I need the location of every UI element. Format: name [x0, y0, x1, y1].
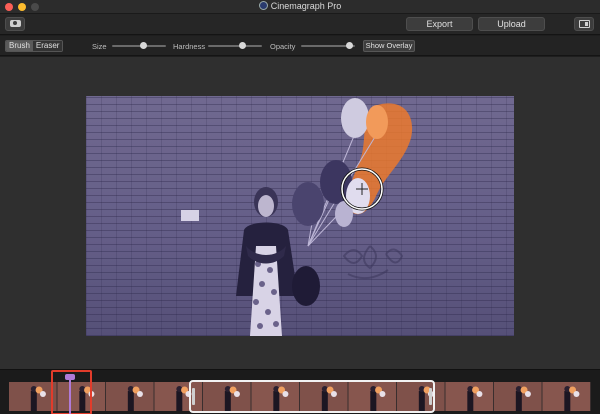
hardness-slider[interactable]	[208, 42, 262, 49]
frame-thumbnail	[445, 382, 493, 411]
show-overlay-button[interactable]: Show Overlay	[363, 40, 415, 52]
frame-thumbnail	[106, 382, 154, 411]
size-label: Size	[92, 42, 107, 51]
app-icon	[258, 1, 268, 10]
balloon-white	[341, 98, 369, 138]
loop-range-selection[interactable]	[189, 380, 435, 413]
playhead-handle[interactable]	[65, 374, 75, 380]
frame-illustration	[86, 96, 514, 336]
loop-end-handle[interactable]	[429, 388, 432, 405]
sidebar-toggle-icon	[578, 19, 590, 28]
window-title-container: Cinemagraph Pro	[0, 1, 600, 11]
hardness-slider-knob[interactable]	[239, 42, 247, 49]
main-toolbar: Export Upload	[0, 14, 600, 35]
camera-icon	[9, 20, 21, 28]
size-slider[interactable]	[112, 42, 166, 49]
loop-start-handle[interactable]	[192, 388, 195, 405]
frame-thumbnail	[9, 382, 57, 411]
balloon-dark-2	[292, 182, 324, 226]
opacity-slider-knob[interactable]	[345, 42, 353, 49]
eraser-mode-button[interactable]: Eraser	[32, 41, 63, 51]
sidebar-toggle-button[interactable]	[574, 17, 594, 31]
size-slider-knob[interactable]	[140, 42, 148, 49]
window-title: Cinemagraph Pro	[270, 1, 342, 11]
opacity-label: Opacity	[270, 42, 296, 51]
media-button[interactable]	[5, 17, 25, 31]
balloon-orange	[366, 105, 388, 139]
video-frame[interactable]	[86, 96, 514, 336]
playhead-line[interactable]	[69, 376, 71, 414]
mode-segmented-control: Brush Eraser	[5, 40, 64, 52]
editor-canvas	[0, 57, 600, 369]
frame-thumbnail	[494, 382, 542, 411]
wall-plaque	[181, 210, 199, 221]
hardness-label: Hardness	[173, 42, 206, 51]
opacity-slider[interactable]	[301, 42, 355, 49]
upload-button[interactable]: Upload	[478, 17, 545, 31]
timeline-filmstrip	[0, 369, 600, 414]
brush-mode-button[interactable]: Brush	[6, 41, 33, 51]
brush-options-bar: Brush Eraser Size Hardness Opacity Show …	[0, 36, 600, 56]
title-bar: Cinemagraph Pro	[0, 0, 600, 14]
frame-thumbnail	[542, 382, 590, 411]
export-button[interactable]: Export	[406, 17, 473, 31]
